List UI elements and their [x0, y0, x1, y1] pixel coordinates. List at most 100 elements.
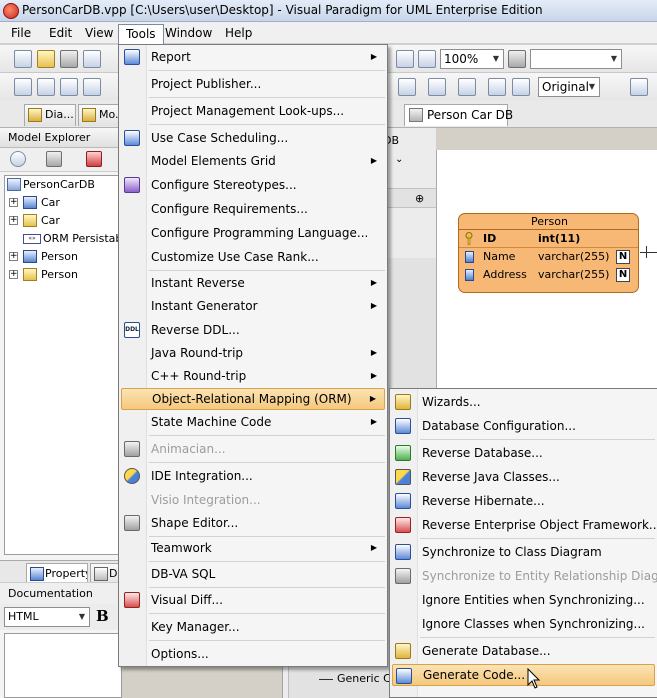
ddl-icon: DDL [124, 322, 140, 338]
expand-icon[interactable]: + [9, 198, 18, 207]
entity-column-row[interactable]: ID int(11) [459, 230, 638, 248]
menu-item-reverse-hibernate[interactable]: Reverse Hibernate... [392, 490, 655, 512]
pin-icon[interactable] [508, 50, 526, 68]
entity-column-row[interactable]: Name varchar(255) N [459, 248, 638, 266]
database-icon [7, 178, 21, 191]
menu-item-customize-use-case-rank[interactable]: Customize Use Case Rank... [121, 246, 385, 268]
menu-item-generate-code[interactable]: Generate Code... [392, 664, 655, 686]
primary-key-icon [465, 232, 473, 245]
menu-item-generate-database[interactable]: Generate Database... [392, 640, 655, 662]
report-icon [124, 49, 140, 65]
chevron-down-icon[interactable]: ⌄ [395, 154, 403, 165]
diagram-tool-icon[interactable] [488, 78, 506, 96]
menu-item-cpp-round-trip[interactable]: C++ Round-trip ▶ [121, 365, 385, 387]
diagram-tool-icon[interactable] [458, 78, 476, 96]
reverse-eof-icon [395, 517, 411, 533]
format-icon[interactable] [630, 78, 648, 96]
diagram-tool-icon[interactable] [512, 78, 530, 96]
tab-person-car-db[interactable]: Person Car DB [404, 104, 513, 126]
wizard-icon [395, 394, 411, 410]
submenu-arrow-icon: ▶ [370, 278, 377, 287]
tab-model-tree[interactable]: Mo... [78, 104, 120, 126]
diagram-tool-icon[interactable] [428, 78, 446, 96]
entity-person[interactable]: Person ID int(11) Name varchar(255) N Ad… [458, 213, 639, 293]
save-icon[interactable] [60, 50, 78, 68]
menu-item-key-manager[interactable]: Key Manager... [121, 616, 385, 638]
column-icon [465, 251, 474, 263]
diagram-tool-icon[interactable] [398, 78, 416, 96]
menu-item-db-va-sql[interactable]: DB-VA SQL [121, 563, 385, 585]
menu-item-java-round-trip[interactable]: Java Round-trip ▶ [121, 342, 385, 364]
relationship-connector[interactable] [640, 252, 657, 253]
style-select[interactable]: Original ▼ [538, 77, 600, 97]
app-logo-icon[interactable] [3, 3, 19, 19]
zoom-select[interactable]: 100% ▼ [440, 49, 504, 69]
diagram-tool-icon[interactable] [14, 78, 32, 96]
reverse-java-icon [395, 469, 411, 485]
font-select[interactable]: ▼ [530, 49, 622, 69]
menu-item-project-management-lookups[interactable]: Project Management Look-ups... [121, 100, 385, 122]
documentation-editor[interactable] [4, 633, 122, 698]
new-project-icon[interactable] [14, 50, 32, 68]
menu-item-configure-stereotypes[interactable]: Configure Stereotypes... [121, 174, 385, 196]
menu-item-options[interactable]: Options... [121, 643, 385, 665]
zoom-out-icon[interactable] [418, 50, 436, 68]
menu-item-reverse-database[interactable]: Reverse Database... [392, 442, 655, 464]
pin-icon[interactable]: ⊕ [415, 189, 424, 209]
model-icon [82, 108, 96, 122]
doc-format-select[interactable]: HTML ▼ [4, 607, 90, 627]
sort-icon[interactable] [86, 151, 102, 167]
menu-item-teamwork[interactable]: Teamwork ▶ [121, 537, 385, 559]
expand-icon[interactable]: + [9, 252, 18, 261]
menu-item-configure-programming-language[interactable]: Configure Programming Language... [121, 222, 385, 244]
sync-class-icon [395, 544, 411, 560]
diagram-tool-icon[interactable] [37, 78, 55, 96]
menu-item-reverse-java-classes[interactable]: Reverse Java Classes... [392, 466, 655, 488]
diagram-tool-icon[interactable] [60, 78, 78, 96]
diagram-tool-icon[interactable] [83, 78, 101, 96]
zoom-value: 100% [444, 52, 479, 66]
menu-item-visio-integration: Visio Integration... [151, 493, 261, 507]
menu-tools[interactable]: Tools [118, 24, 164, 44]
chevron-down-icon: ▼ [492, 54, 500, 63]
menu-item-report[interactable]: Report ▶ [121, 46, 385, 68]
menu-item-orm[interactable]: Object-Relational Mapping (ORM) ▶ [121, 388, 385, 410]
entity-column-row[interactable]: Address varchar(255) N [459, 266, 638, 284]
menu-item-sync-class-diagram[interactable]: Synchronize to Class Diagram [392, 541, 655, 563]
menu-item-configure-requirements[interactable]: Configure Requirements... [121, 198, 385, 220]
filter-icon[interactable] [46, 151, 62, 167]
menu-help[interactable]: Help [218, 24, 259, 44]
menu-item-state-machine-code[interactable]: State Machine Code ▶ [121, 411, 385, 433]
menu-view[interactable]: View [78, 24, 120, 44]
expand-icon[interactable]: + [9, 216, 18, 225]
bold-button[interactable]: B [96, 607, 109, 625]
menu-item-instant-reverse[interactable]: Instant Reverse ▶ [121, 272, 385, 294]
menu-window[interactable]: Window [158, 24, 219, 44]
menu-item-instant-generator[interactable]: Instant Generator ▶ [121, 295, 385, 317]
menu-item-use-case-scheduling[interactable]: Use Case Scheduling... [121, 127, 385, 149]
menu-item-wizards[interactable]: Wizards... [392, 391, 655, 413]
print-icon[interactable] [83, 50, 101, 68]
menu-item-ignore-classes[interactable]: Ignore Classes when Synchronizing... [392, 613, 655, 635]
open-project-icon[interactable] [37, 50, 55, 68]
zoom-in-icon[interactable] [396, 50, 414, 68]
explorer-toolbar [0, 148, 122, 172]
menu-item-visual-diff[interactable]: Visual Diff... [121, 589, 385, 611]
new-model-icon[interactable] [10, 151, 26, 167]
menu-edit[interactable]: Edit [42, 24, 79, 44]
menu-item-project-publisher[interactable]: Project Publisher... [121, 73, 385, 95]
menu-item-reverse-ddl[interactable]: DDL Reverse DDL... [121, 319, 385, 341]
menu-item-reverse-eof[interactable]: Reverse Enterprise Object Framework... [392, 514, 657, 536]
nullable-badge: N [616, 268, 630, 282]
menu-file[interactable]: File [4, 24, 38, 44]
expand-icon[interactable]: + [9, 270, 18, 279]
menu-item-ide-integration[interactable]: IDE Integration... [121, 465, 385, 487]
tab-diagram-navigator[interactable]: Dia... [24, 104, 76, 126]
menu-item-model-elements-grid[interactable]: Model Elements Grid ▶ [121, 150, 385, 172]
submenu-arrow-icon: ▶ [370, 52, 377, 61]
orm-icon: «» [23, 234, 41, 244]
menu-item-database-configuration[interactable]: Database Configuration... [392, 415, 655, 437]
tools-menu: Report ▶ Project Publisher... Project Ma… [118, 44, 388, 667]
menu-item-shape-editor[interactable]: Shape Editor... [121, 512, 385, 534]
menu-item-ignore-entities[interactable]: Ignore Entities when Synchronizing... [392, 589, 655, 611]
